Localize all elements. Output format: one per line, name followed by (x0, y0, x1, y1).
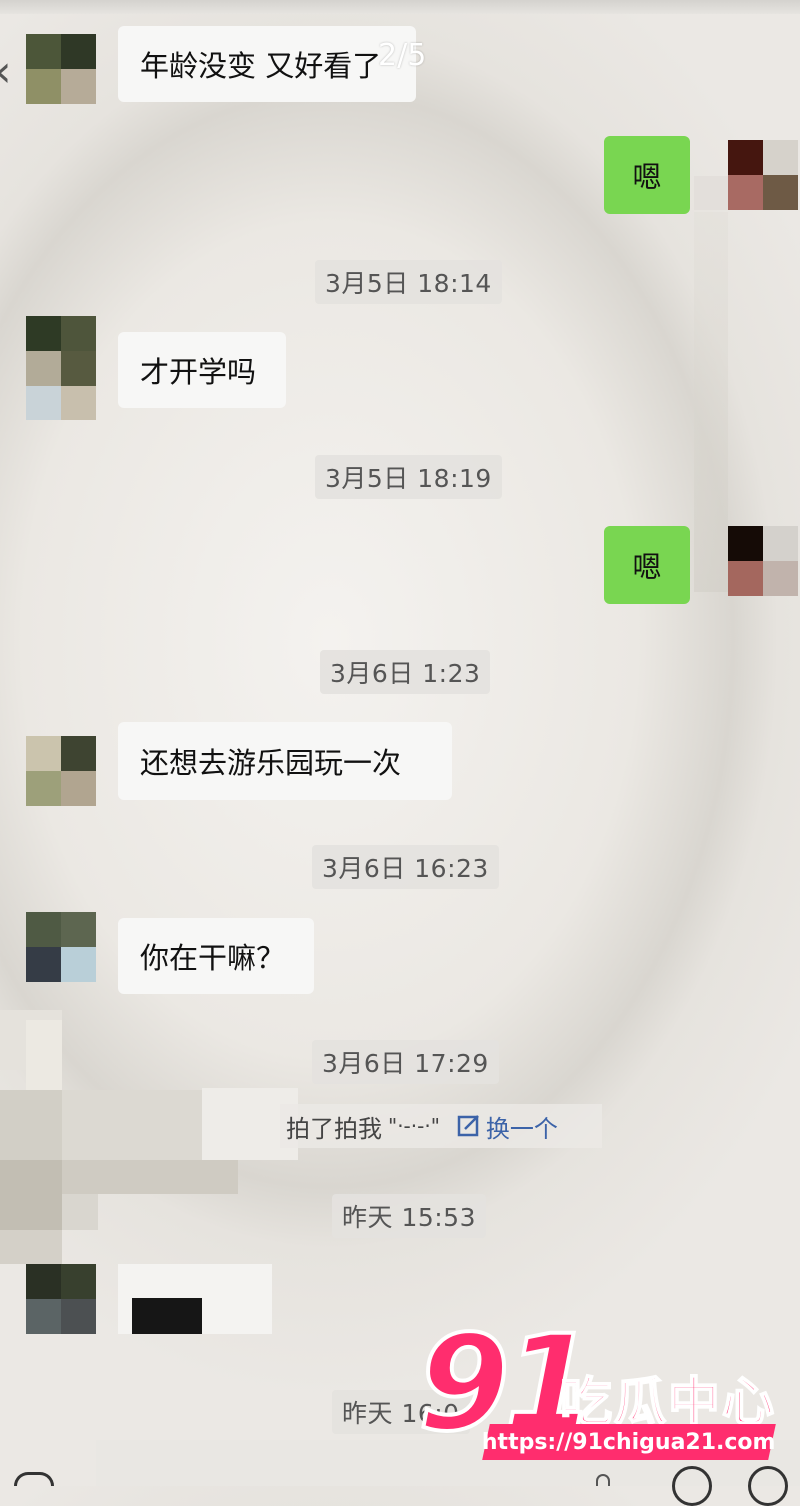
emoji-icon[interactable] (672, 1466, 712, 1506)
watermark-url: https://91chigua21.com (482, 1424, 776, 1460)
avatar[interactable] (26, 34, 96, 104)
pixel-blur (62, 1194, 98, 1230)
change-pat-link[interactable]: 换一个 (456, 1109, 558, 1144)
page-indicator: 2/5 (378, 38, 427, 73)
timestamp: 3月5日 18:19 (315, 455, 502, 499)
pixel-blur (62, 1090, 202, 1160)
pixel-blur (62, 1160, 238, 1194)
back-icon[interactable]: ‹ (0, 50, 12, 94)
message-text: 还想去游乐园玩一次 (140, 746, 402, 780)
my-avatar[interactable] (728, 526, 798, 596)
message-bubble[interactable] (118, 1264, 272, 1334)
blur-column (694, 212, 728, 592)
sent-message-bubble[interactable]: 嗯 (604, 136, 690, 214)
pat-system-message: 拍了拍我 "·-·-·" 换一个 (280, 1104, 602, 1148)
timestamp: 3月6日 1:23 (320, 650, 491, 694)
pixel-blur (26, 1020, 62, 1090)
avatar-blur (26, 386, 61, 420)
redaction-block (132, 1298, 202, 1334)
change-pat-label: 换一个 (485, 1114, 558, 1143)
avatar[interactable] (26, 912, 96, 982)
edit-icon (457, 1115, 479, 1137)
watermark-url-text: https://91chigua21.com (482, 1429, 776, 1455)
timestamp: 昨天 15:53 (332, 1194, 486, 1238)
avatar[interactable] (26, 1264, 96, 1334)
my-avatar[interactable] (728, 140, 798, 210)
avatar[interactable] (26, 316, 96, 386)
pat-suffix: "·-·-·" (388, 1114, 440, 1138)
blur-patch (694, 176, 728, 210)
avatar[interactable] (26, 736, 96, 806)
mic-icon[interactable] (596, 1474, 610, 1486)
message-text: 嗯 (632, 550, 662, 584)
voice-icon[interactable] (14, 1472, 54, 1486)
timestamp: 3月6日 17:29 (312, 1040, 499, 1084)
message-bubble[interactable]: 还想去游乐园玩一次 (118, 722, 452, 800)
message-text: 才开学吗 (140, 355, 257, 389)
pixel-blur (0, 1230, 62, 1264)
top-bar (0, 0, 800, 14)
avatar-blur (61, 386, 96, 420)
timestamp: 3月5日 18:14 (315, 260, 502, 304)
message-text: 你在干嘛？ (140, 941, 286, 975)
pixel-blur (0, 1090, 62, 1160)
message-text: 年龄没变 又好看了 (140, 49, 382, 83)
message-bubble[interactable]: 你在干嘛？ (118, 918, 314, 994)
message-bubble[interactable]: 才开学吗 (118, 332, 286, 408)
pixel-blur (0, 1160, 62, 1230)
timestamp: 3月6日 16:23 (312, 845, 499, 889)
message-bubble[interactable]: 年龄没变 又好看了 (118, 26, 416, 102)
message-text: 嗯 (632, 160, 662, 194)
sent-message-bubble[interactable]: 嗯 (604, 526, 690, 604)
add-icon[interactable] (748, 1466, 788, 1506)
pat-text: 拍了拍我 (286, 1114, 382, 1143)
